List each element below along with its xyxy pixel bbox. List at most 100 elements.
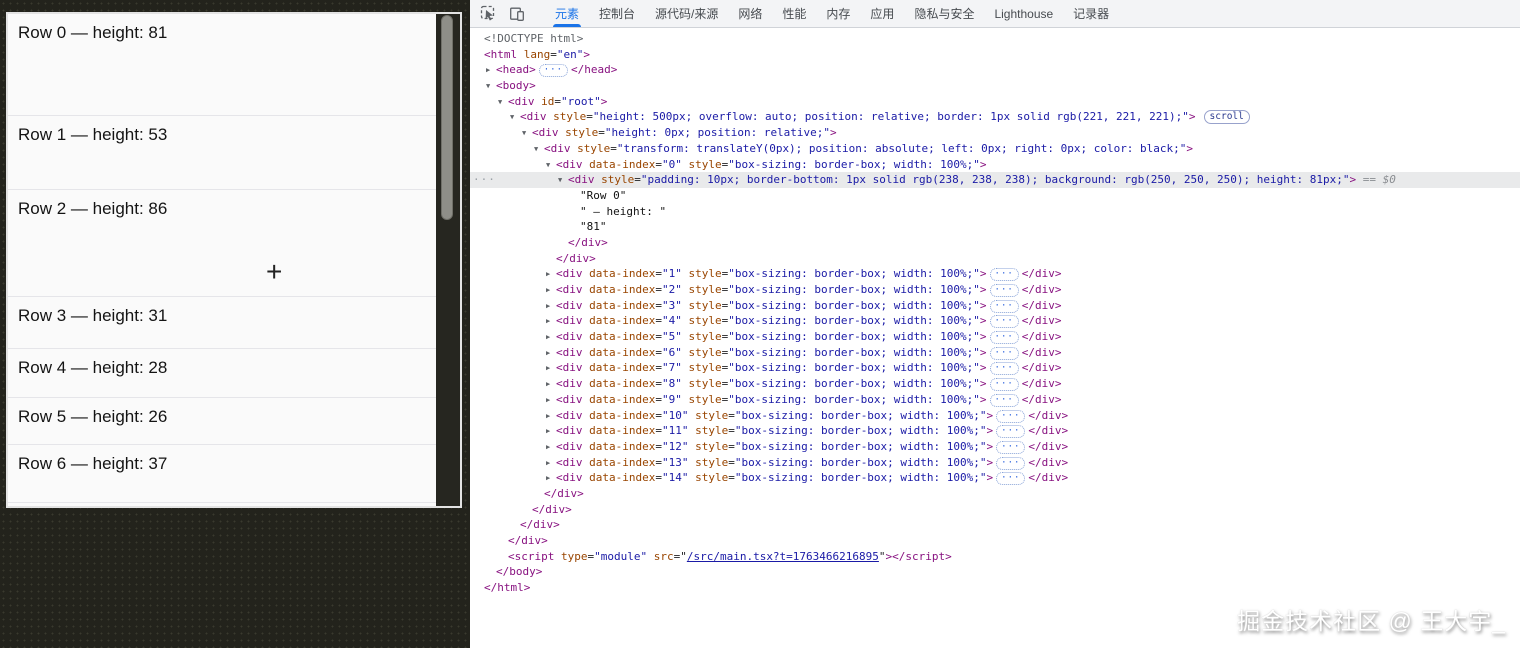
expand-arrow-open-icon[interactable]: ▼ (498, 95, 508, 111)
dom-tree-line[interactable]: ▶ <div data-index="8" style="box-sizing: … (470, 376, 1520, 392)
expand-arrow-open-icon[interactable]: ▼ (486, 79, 496, 95)
tab-console[interactable]: 控制台 (589, 0, 645, 27)
dom-tree-line[interactable]: ▶ <div data-index="14" style="box-sizing:… (470, 470, 1520, 486)
tab-lighthouse[interactable]: Lighthouse (984, 0, 1063, 27)
expand-arrow-open-icon[interactable]: ▼ (522, 126, 532, 142)
tab-application[interactable]: 应用 (860, 0, 904, 27)
tab-network[interactable]: 网络 (728, 0, 772, 27)
scroll-badge[interactable]: scroll (1203, 110, 1250, 125)
dom-tree-line[interactable]: </div> (470, 517, 1520, 533)
expand-arrow-open-icon[interactable]: ▼ (546, 158, 556, 174)
dom-tree-line[interactable]: ▶ <div data-index="6" style="box-sizing: … (470, 345, 1520, 361)
dom-tree-line[interactable]: ▶ <div data-index="10" style="box-sizing:… (470, 408, 1520, 424)
dom-tree-line[interactable]: ▶ <div data-index="5" style="box-sizing: … (470, 329, 1520, 345)
expand-arrow-closed-icon[interactable]: ▶ (546, 440, 556, 456)
dom-tree-line[interactable]: ▼ <div id="root"> (470, 94, 1520, 110)
tab-elements[interactable]: 元素 (545, 0, 589, 27)
expand-arrow-open-icon[interactable]: ▼ (558, 173, 568, 189)
expand-arrow-closed-icon[interactable]: ▶ (546, 330, 556, 346)
code-segment: </div> (1028, 455, 1069, 469)
expand-arrow-closed-icon[interactable]: ▶ (546, 456, 556, 472)
dom-tree-line[interactable]: ▼ <div style="height: 500px; overflow: au… (470, 109, 1520, 125)
dom-tree-line[interactable]: ▶ <div data-index="11" style="box-sizing:… (470, 423, 1520, 439)
expand-arrow-closed-icon[interactable]: ▶ (546, 471, 556, 487)
ellipsis-expand-icon[interactable]: ··· (989, 393, 1019, 407)
expand-arrow-closed-icon[interactable]: ▶ (546, 267, 556, 283)
dom-tree-line[interactable]: ▼ <body> (470, 78, 1520, 94)
ellipsis-expand-icon[interactable]: ··· (989, 268, 1019, 282)
dom-tree-line[interactable]: </div> (470, 502, 1520, 518)
expand-arrow-closed-icon[interactable]: ▶ (546, 409, 556, 425)
more-actions-icon[interactable]: ··· (473, 172, 496, 188)
expand-arrow-closed-icon[interactable]: ▶ (546, 346, 556, 362)
expand-arrow-closed-icon[interactable]: ▶ (546, 377, 556, 393)
ellipsis-expand-icon[interactable]: ··· (989, 299, 1019, 313)
ellipsis-expand-icon[interactable]: ··· (989, 362, 1019, 376)
expand-arrow-closed-icon[interactable]: ▶ (546, 424, 556, 440)
code-segment: = (586, 110, 593, 124)
dom-tree-line[interactable]: ▶ <head> ··· </head> (470, 62, 1520, 78)
dom-tree-line[interactable]: ▶ <div data-index="7" style="box-sizing: … (470, 360, 1520, 376)
code-segment: > (979, 283, 987, 296)
ellipsis-expand-icon[interactable]: ··· (996, 440, 1026, 454)
ellipsis-expand-icon[interactable]: ··· (996, 472, 1026, 486)
dom-tree-line[interactable]: ▶ <div data-index="13" style="box-sizing:… (470, 455, 1520, 471)
dom-tree-line[interactable]: ▼ <div data-index="0" style="box-sizing: … (470, 157, 1520, 173)
code-segment: style (695, 424, 729, 438)
virtual-list-container[interactable]: Row 0 — height: 81 Row 1 — height: 53 Row … (6, 12, 462, 508)
ellipsis-expand-icon[interactable]: ··· (989, 346, 1019, 360)
dom-tree-line[interactable]: "81" (470, 219, 1520, 235)
dom-tree-line[interactable]: ▶ <div data-index="4" style="box-sizing: … (470, 313, 1520, 329)
code-segment: = (550, 47, 557, 61)
expand-arrow-open-icon[interactable]: ▼ (510, 110, 520, 126)
expand-arrow-closed-icon[interactable]: ▶ (546, 314, 556, 330)
ellipsis-expand-icon[interactable]: ··· (989, 378, 1019, 392)
inspect-element-button[interactable] (475, 2, 501, 25)
dom-tree-line[interactable]: " — height: " (470, 204, 1520, 220)
ellipsis-expand-icon[interactable]: ··· (996, 456, 1026, 470)
expand-arrow-closed-icon[interactable]: ▶ (546, 393, 556, 409)
ellipsis-expand-icon[interactable]: ··· (989, 315, 1019, 329)
dom-tree-line[interactable]: ··· ▼ <div style="padding: 10px; border-bo… (470, 172, 1520, 188)
dom-tree-line[interactable]: <html lang="en"> (470, 47, 1520, 63)
dom-tree-line[interactable]: </div> (470, 235, 1520, 251)
code-segment: "en" (556, 47, 584, 61)
dom-tree-line[interactable]: </div> (470, 486, 1520, 502)
dom-tree-line[interactable]: </div> (470, 533, 1520, 549)
code-segment: </div> (1021, 267, 1062, 281)
source-file-link[interactable]: /src/main.tsx?t=1763466216895 (687, 550, 879, 563)
expand-arrow-closed-icon[interactable]: ▶ (486, 63, 496, 79)
dom-tree-line[interactable]: ▶ <div data-index="9" style="box-sizing: … (470, 392, 1520, 408)
dom-tree-line[interactable]: ▼ <div style="height: 0px; position: rela… (470, 125, 1520, 141)
tab-recorder[interactable]: 记录器 (1063, 0, 1119, 27)
tab-privacy-security[interactable]: 隐私与安全 (904, 0, 984, 27)
expand-arrow-closed-icon[interactable]: ▶ (546, 361, 556, 377)
code-segment: style (695, 408, 729, 422)
dom-tree-line[interactable]: ▼ <div style="transform: translateY(0px);… (470, 141, 1520, 157)
ellipsis-expand-icon[interactable]: ··· (996, 409, 1026, 423)
dom-tree-line[interactable]: ▶ <div data-index="2" style="box-sizing: … (470, 282, 1520, 298)
dom-tree-line[interactable]: ▶ <div data-index="3" style="box-sizing: … (470, 298, 1520, 314)
expand-arrow-closed-icon[interactable]: ▶ (546, 283, 556, 299)
dom-tree-line[interactable]: </div> (470, 251, 1520, 267)
tab-memory[interactable]: 内存 (816, 0, 860, 27)
ellipsis-expand-icon[interactable]: ··· (538, 64, 569, 78)
ellipsis-expand-icon[interactable]: ··· (989, 331, 1019, 345)
tab-performance[interactable]: 性能 (772, 0, 816, 27)
expand-arrow-open-icon[interactable]: ▼ (534, 142, 544, 158)
device-toolbar-button[interactable] (504, 2, 530, 25)
tab-sources[interactable]: 源代码/来源 (645, 0, 728, 27)
dom-tree-line[interactable]: </html> (470, 580, 1520, 596)
dom-tree-line[interactable]: ▶ <div data-index="1" style="box-sizing: … (470, 266, 1520, 282)
dom-tree-line[interactable]: <script type="module" src="/src/main.tsx… (470, 549, 1520, 565)
vertical-scrollbar-thumb[interactable] (441, 15, 453, 220)
ellipsis-expand-icon[interactable]: ··· (989, 284, 1019, 297)
dom-tree-line[interactable]: ▶ <div data-index="12" style="box-sizing:… (470, 439, 1520, 455)
vertical-scrollbar-track[interactable] (436, 14, 460, 506)
dom-tree-line[interactable]: <!DOCTYPE html> (470, 31, 1520, 47)
expand-arrow-closed-icon[interactable]: ▶ (546, 299, 556, 315)
ellipsis-expand-icon[interactable]: ··· (996, 425, 1026, 439)
dom-tree-line[interactable]: "Row 0" (470, 188, 1520, 204)
dom-tree-line[interactable]: </body> (470, 564, 1520, 580)
code-segment: style (688, 298, 722, 312)
